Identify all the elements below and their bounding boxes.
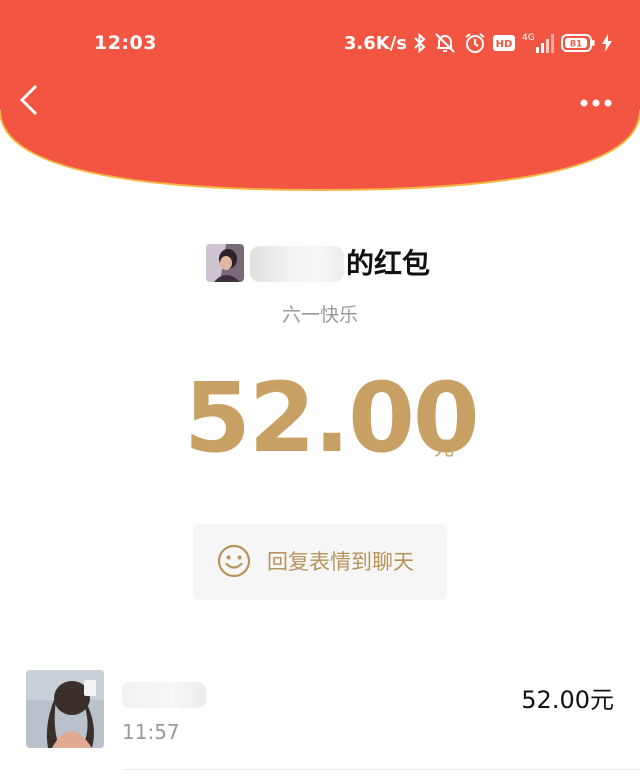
receive-time: 11:57 (122, 720, 180, 744)
network-type-label: 4G (522, 33, 535, 43)
smiley-icon (217, 544, 251, 578)
status-time: 12:03 (94, 32, 157, 54)
status-icons: 3.6K/s HD 4G 81 (344, 30, 612, 56)
hd-icon: HD (493, 35, 515, 51)
signal-icon: 4G (522, 31, 554, 55)
greeting-message: 六一快乐 (281, 304, 358, 326)
sender-name-redacted (250, 246, 344, 282)
chevron-left-icon (19, 84, 38, 116)
currency-unit: 元 (434, 436, 454, 460)
avatar (26, 670, 104, 748)
alarm-icon (464, 32, 486, 54)
reply-sticker-button[interactable]: 回复表情到聊天 (193, 524, 447, 600)
more-button[interactable] (580, 94, 612, 107)
sender-avatar (206, 244, 244, 282)
hd-label: HD (496, 39, 513, 50)
status-bar: 12:03 3.6K/s HD 4G 81 (0, 0, 640, 86)
bluetooth-icon (414, 33, 426, 53)
sender-title: 的红包 (346, 247, 431, 280)
row-divider (122, 769, 640, 770)
list-item[interactable]: 11:57 52.00元 (0, 660, 640, 770)
network-speed: 3.6K/s (343, 32, 407, 54)
sender-line: 的红包 (0, 242, 640, 286)
more-dots-icon (580, 99, 612, 107)
reply-button-label: 回复表情到聊天 (267, 550, 414, 574)
red-packet-detail-screen: 12:03 3.6K/s HD 4G 81 的红包 六一快乐 52.00 元 回… (0, 0, 640, 780)
mute-icon (433, 32, 457, 54)
receive-amount: 52.00元 (521, 686, 614, 714)
back-button[interactable] (16, 82, 44, 118)
charging-icon (602, 34, 612, 52)
receiver-name-redacted (122, 682, 206, 708)
battery-level: 81 (570, 40, 583, 50)
battery-icon: 81 (561, 34, 595, 52)
